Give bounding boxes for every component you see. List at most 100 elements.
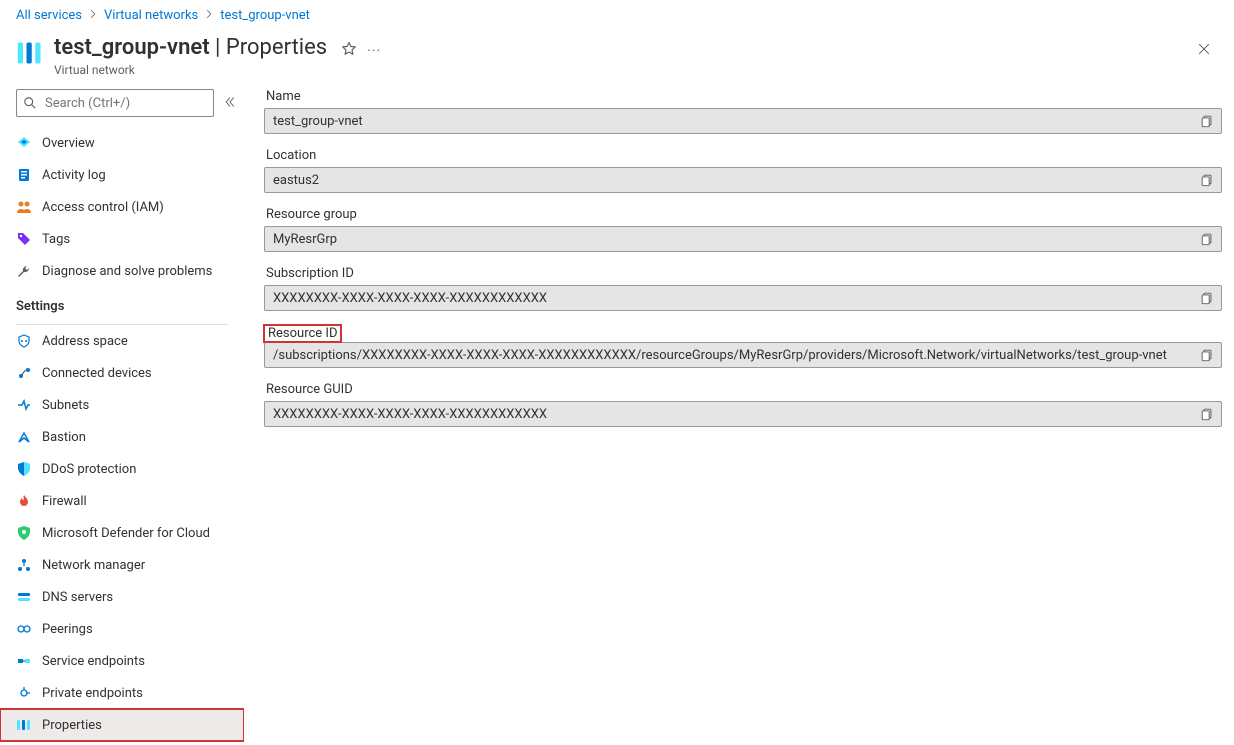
- bastion-icon: [16, 429, 32, 445]
- sidebar-nav[interactable]: Overview Activity log Access control (IAM)…: [0, 127, 244, 745]
- sidebar-item-label: Activity log: [42, 168, 106, 183]
- more-button[interactable]: ···: [367, 43, 381, 59]
- field-value: MyResrGrp: [273, 232, 1197, 247]
- field-value: XXXXXXXX-XXXX-XXXX-XXXX-XXXXXXXXXXXX: [273, 291, 1197, 306]
- sidebar-item-label: Diagnose and solve problems: [42, 264, 212, 279]
- blade-header: test_group-vnet | Properties Virtual net…: [0, 27, 1234, 89]
- field-value-box: XXXXXXXX-XXXX-XXXX-XXXX-XXXXXXXXXXXX: [264, 401, 1222, 427]
- subnets-icon: [16, 397, 32, 413]
- sidebar-item-diagnose[interactable]: Diagnose and solve problems: [0, 255, 244, 287]
- tag-icon: [16, 231, 32, 247]
- field-value-box: eastus2: [264, 167, 1222, 193]
- chevron-right-icon: [204, 8, 214, 23]
- copy-button[interactable]: [1197, 111, 1217, 131]
- sidebar-item-service-endpoints[interactable]: Service endpoints: [0, 645, 244, 677]
- netmgr-icon: [16, 557, 32, 573]
- favorite-button[interactable]: [341, 41, 357, 61]
- iam-icon: [16, 199, 32, 215]
- blade-name: Properties: [226, 35, 327, 60]
- sidebar-item-label: DNS servers: [42, 590, 113, 605]
- properties-pane: Name test_group-vnet Location eastus2 Resour…: [244, 89, 1234, 745]
- field-label: Subscription ID: [264, 266, 354, 285]
- breadcrumb: All services Virtual networks test_group…: [0, 0, 1234, 27]
- sidebar-item-label: Connected devices: [42, 366, 152, 381]
- copy-button[interactable]: [1197, 229, 1217, 249]
- chevron-right-icon: [88, 8, 98, 23]
- sidebar-item-private-endpoints[interactable]: Private endpoints: [0, 677, 244, 709]
- property-resource_guid: Resource GUID XXXXXXXX-XXXX-XXXX-XXXX-XXX…: [264, 382, 1222, 427]
- sidebar-item-label: Address space: [42, 334, 128, 349]
- svc-endpoints-icon: [16, 653, 32, 669]
- collapse-sidebar-button[interactable]: [224, 96, 236, 111]
- sidebar-item-label: Properties: [42, 718, 102, 733]
- field-label: Resource GUID: [264, 382, 353, 401]
- sidebar-group-title: Settings: [0, 287, 244, 320]
- close-button[interactable]: [1190, 35, 1218, 63]
- defender-icon: [16, 525, 32, 541]
- field-value-box: /subscriptions/XXXXXXXX-XXXX-XXXX-XXXX-X…: [264, 342, 1222, 368]
- log-icon: [16, 167, 32, 183]
- field-value-box: MyResrGrp: [264, 226, 1222, 252]
- sidebar-item-label: Peerings: [42, 622, 93, 637]
- sidebar-item-connected-devices[interactable]: Connected devices: [0, 357, 244, 389]
- sidebar-item-subnets[interactable]: Subnets: [0, 389, 244, 421]
- sidebar-item-label: Bastion: [42, 430, 86, 445]
- sidebar-item-firewall[interactable]: Firewall: [0, 485, 244, 517]
- dns-icon: [16, 589, 32, 605]
- sidebar: Overview Activity log Access control (IAM)…: [0, 89, 244, 745]
- field-value-box: XXXXXXXX-XXXX-XXXX-XXXX-XXXXXXXXXXXX: [264, 285, 1222, 311]
- resource-type: Virtual network: [54, 63, 327, 77]
- title-separator: |: [210, 35, 226, 60]
- wrench-icon: [16, 263, 32, 279]
- vnet-icon: [16, 717, 32, 733]
- sidebar-item-label: Overview: [42, 136, 95, 151]
- field-label: Location: [264, 148, 316, 167]
- sidebar-item-defender[interactable]: Microsoft Defender for Cloud: [0, 517, 244, 549]
- sidebar-item-label: Tags: [42, 232, 70, 247]
- sidebar-item-network-manager[interactable]: Network manager: [0, 549, 244, 581]
- sidebar-item-bastion[interactable]: Bastion: [0, 421, 244, 453]
- sidebar-item-label: Network manager: [42, 558, 145, 573]
- peerings-icon: [16, 621, 32, 637]
- copy-button[interactable]: [1197, 345, 1217, 365]
- sidebar-item-tags[interactable]: Tags: [0, 223, 244, 255]
- copy-button[interactable]: [1197, 170, 1217, 190]
- field-label: Name: [264, 89, 301, 108]
- search-input[interactable]: [43, 90, 213, 116]
- sidebar-item-peerings[interactable]: Peerings: [0, 613, 244, 645]
- sidebar-item-address-space[interactable]: Address space: [0, 325, 244, 357]
- devices-icon: [16, 365, 32, 381]
- copy-button[interactable]: [1197, 288, 1217, 308]
- sidebar-item-ddos[interactable]: DDoS protection: [0, 453, 244, 485]
- property-location: Location eastus2: [264, 148, 1222, 193]
- field-value: /subscriptions/XXXXXXXX-XXXX-XXXX-XXXX-X…: [273, 348, 1197, 363]
- sidebar-item-iam[interactable]: Access control (IAM): [0, 191, 244, 223]
- property-resource_id: Resource ID/subscriptions/XXXXXXXX-XXXX-…: [264, 325, 1222, 368]
- sidebar-search[interactable]: [16, 89, 214, 117]
- addrspace-icon: [16, 333, 32, 349]
- sidebar-item-activity-log[interactable]: Activity log: [0, 159, 244, 191]
- field-value: test_group-vnet: [273, 114, 1197, 129]
- property-resource_group: Resource group MyResrGrp: [264, 207, 1222, 252]
- shield-icon: [16, 461, 32, 477]
- resource-name: test_group-vnet: [54, 35, 210, 60]
- property-subscription_id: Subscription ID XXXXXXXX-XXXX-XXXX-XXXX-X…: [264, 266, 1222, 311]
- priv-endpoints-icon: [16, 685, 32, 701]
- breadcrumb-item[interactable]: Virtual networks: [104, 8, 198, 23]
- field-value-box: test_group-vnet: [264, 108, 1222, 134]
- sidebar-item-dns-servers[interactable]: DNS servers: [0, 581, 244, 613]
- sidebar-item-overview[interactable]: Overview: [0, 127, 244, 159]
- sidebar-item-label: Microsoft Defender for Cloud: [42, 526, 210, 541]
- breadcrumb-item[interactable]: All services: [16, 8, 82, 23]
- field-value: XXXXXXXX-XXXX-XXXX-XXXX-XXXXXXXXXXXX: [273, 407, 1197, 422]
- vnet-icon: [16, 39, 44, 71]
- sidebar-item-properties[interactable]: Properties: [0, 709, 244, 741]
- field-value: eastus2: [273, 173, 1197, 188]
- sidebar-item-label: Service endpoints: [42, 654, 145, 669]
- breadcrumb-item[interactable]: test_group-vnet: [220, 8, 310, 23]
- copy-button[interactable]: [1197, 404, 1217, 424]
- sidebar-item-label: Private endpoints: [42, 686, 143, 701]
- field-label: Resource group: [264, 207, 357, 226]
- firewall-icon: [16, 493, 32, 509]
- sidebar-item-label: Subnets: [42, 398, 89, 413]
